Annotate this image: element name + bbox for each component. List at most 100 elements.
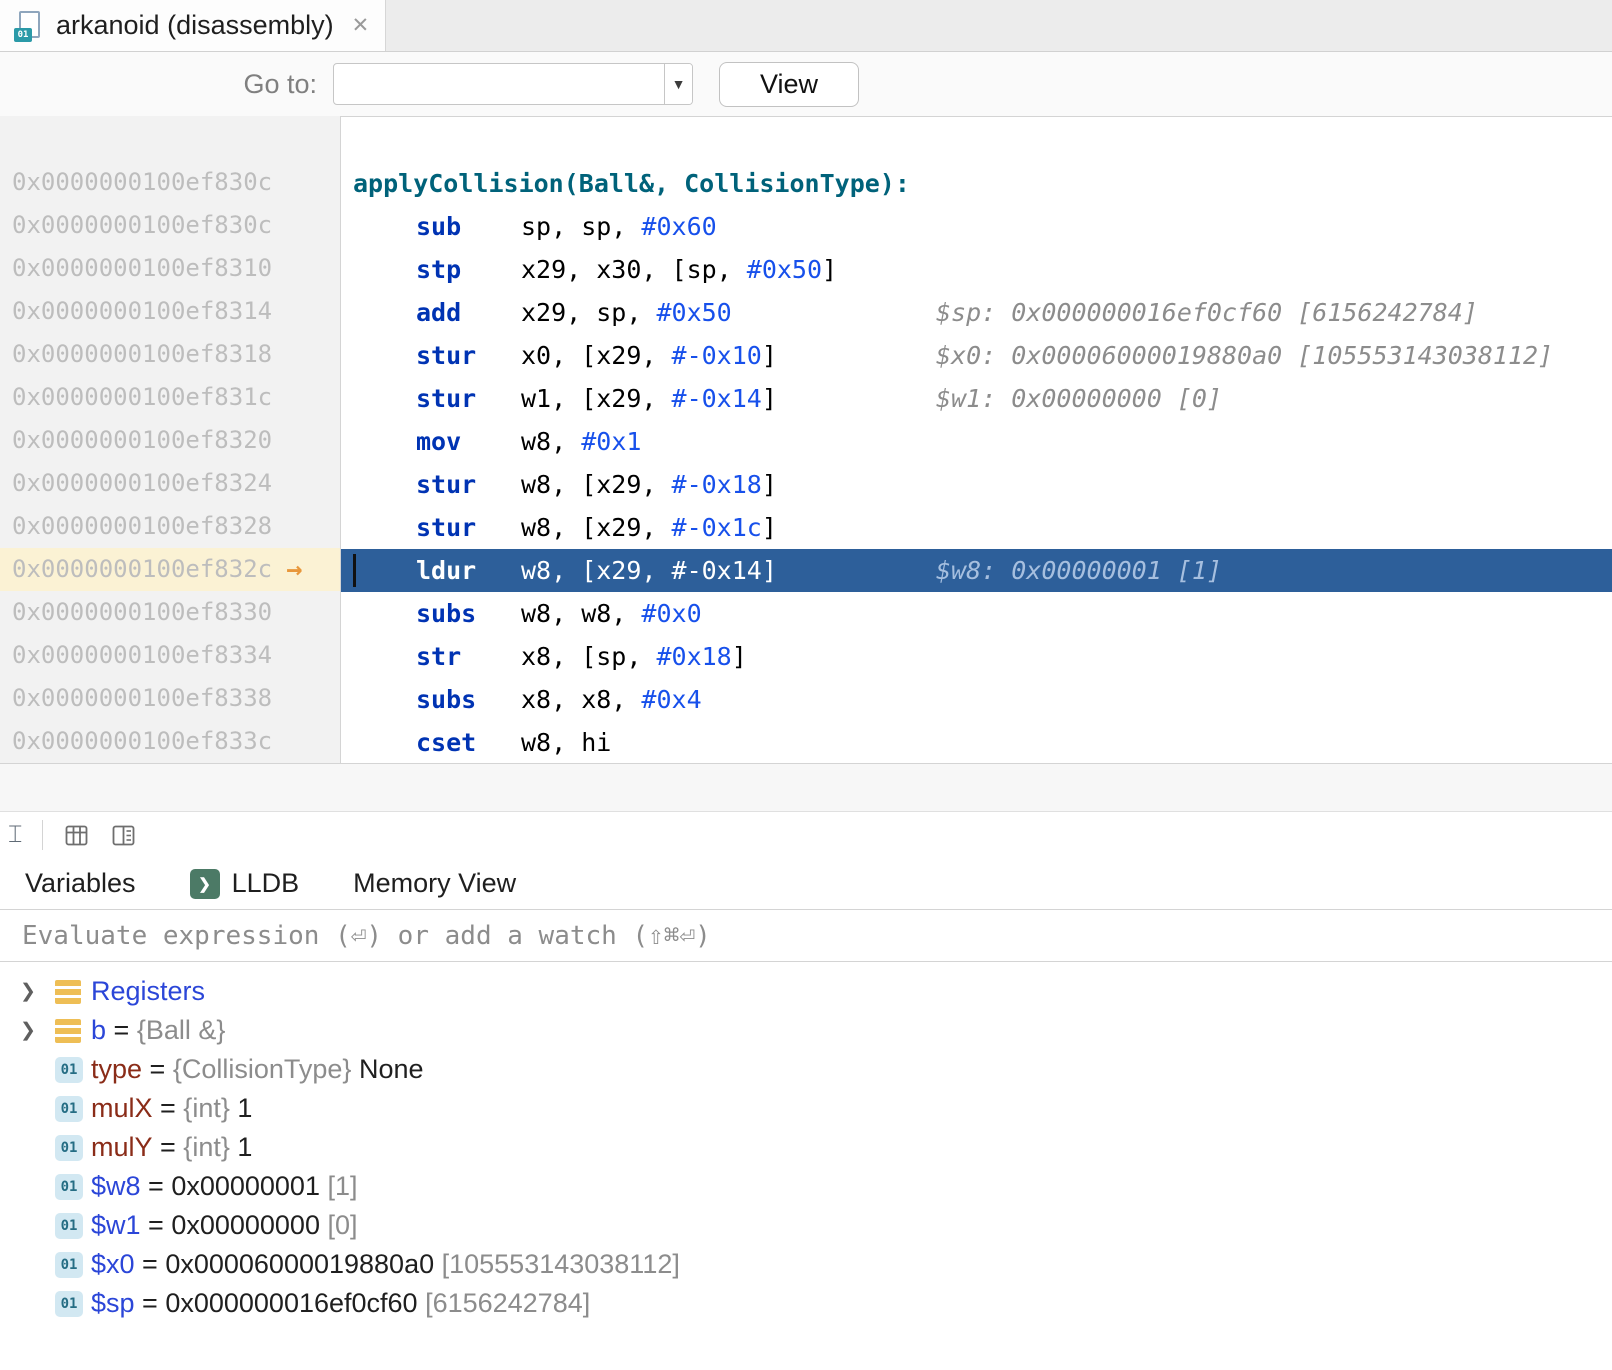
close-icon[interactable]: ✕ (352, 13, 370, 38)
address-gutter-row[interactable]: 0x0000000100ef8330 (0, 591, 340, 634)
instruction-line[interactable]: subsx8, x8, #0x4 (341, 678, 1612, 721)
table-view-icon[interactable] (63, 822, 90, 849)
mnemonic: stur (416, 463, 521, 506)
type-annotation: {Ball &} (137, 1015, 226, 1046)
goto-dropdown-button[interactable]: ▼ (664, 64, 692, 104)
expand-chevron-icon[interactable]: ❯ (0, 1019, 55, 1042)
instruction-line[interactable]: addx29, sp, #0x50$sp: 0x000000016ef0cf60… (341, 291, 1612, 334)
lldb-console-icon: ❯ (190, 869, 220, 899)
type-annotation: {int} (183, 1093, 230, 1124)
debugger-tab-memory-view[interactable]: Memory View (353, 858, 516, 909)
mnemonic: stp (416, 248, 521, 291)
address-gutter-row[interactable]: 0x0000000100ef831c (0, 376, 340, 419)
panel-splitter[interactable] (0, 763, 1612, 811)
variable-name: $w8 (91, 1171, 141, 1202)
debugger-tab-variables[interactable]: Variables (25, 858, 136, 909)
function-label-line[interactable]: applyCollision(Ball&, CollisionType): (341, 162, 1612, 205)
address-gutter-row[interactable]: 0x0000000100ef8314 (0, 290, 340, 333)
mnemonic: add (416, 291, 521, 334)
mnemonic: mov (416, 420, 521, 463)
operands: w8, #0x1 (521, 420, 936, 463)
mnemonic: ldur (416, 549, 521, 592)
equals-sign: = (153, 1093, 184, 1124)
instruction-line[interactable]: subsp, sp, #0x60 (341, 205, 1612, 248)
instruction-line[interactable]: ldurw8, [x29, #-0x14]$w8: 0x00000001 [1] (341, 549, 1612, 592)
mnemonic: cset (416, 721, 521, 763)
function-signature: applyCollision(Ball&, CollisionType): (353, 169, 910, 198)
instruction-line[interactable]: movw8, #0x1 (341, 420, 1612, 463)
equals-sign: = (142, 1054, 173, 1085)
variable-value: 0x00000000 (171, 1210, 320, 1241)
instruction-address: 0x0000000100ef8318 (12, 333, 272, 376)
goto-combobox: ▼ (333, 63, 693, 105)
editor-tabbar: 01 arkanoid (disassembly) ✕ (0, 0, 1612, 52)
address-gutter-row[interactable]: 0x0000000100ef830c (0, 204, 340, 247)
instruction-address: 0x0000000100ef8310 (12, 247, 272, 290)
address-gutter-row[interactable]: 0x0000000100ef8310 (0, 247, 340, 290)
instruction-address: 0x0000000100ef831c (12, 376, 272, 419)
instruction-address: 0x0000000100ef8320 (12, 419, 272, 462)
variable-row-muly[interactable]: 01mulY = {int} 1 (0, 1128, 1612, 1167)
instruction-line[interactable]: sturw8, [x29, #-0x18] (341, 463, 1612, 506)
variable-row-b[interactable]: ❯b = {Ball &} (0, 1011, 1612, 1050)
view-button[interactable]: View (719, 62, 859, 107)
address-gutter-row[interactable]: 0x0000000100ef830c (0, 161, 340, 204)
instruction-line[interactable]: sturw8, [x29, #-0x1c] (341, 506, 1612, 549)
code-area: applyCollision(Ball&, CollisionType): sub… (341, 116, 1612, 763)
tab-title: arkanoid (disassembly) (56, 10, 334, 41)
instruction-line[interactable]: csetw8, hi (341, 721, 1612, 763)
evaluate-expression-input[interactable]: Evaluate expression (⏎) or add a watch (… (0, 910, 1612, 962)
variable-row-sp[interactable]: 01$sp = 0x000000016ef0cf60 [6156242784] (0, 1284, 1612, 1323)
immediate-value: #0x4 (641, 685, 701, 714)
numeric-value-icon: 01 (55, 1213, 83, 1239)
expand-chevron-icon[interactable]: ❯ (0, 980, 55, 1003)
operands: w8, [x29, #-0x14] (521, 549, 936, 592)
instruction-address: 0x0000000100ef830c (12, 204, 272, 247)
variable-row-w8[interactable]: 01$w8 = 0x00000001 [1] (0, 1167, 1612, 1206)
tab-arkanoid-disassembly[interactable]: 01 arkanoid (disassembly) ✕ (0, 0, 386, 51)
instruction-address: 0x0000000100ef833c (12, 720, 272, 763)
variable-name: $sp (91, 1288, 135, 1319)
column-layout-icon[interactable] (110, 822, 137, 849)
immediate-value: #0x50 (656, 298, 731, 327)
instruction-line[interactable]: stpx29, x30, [sp, #0x50] (341, 248, 1612, 291)
equals-sign: = (153, 1132, 184, 1163)
operands: x29, sp, #0x50 (521, 291, 936, 334)
variable-name: b (91, 1015, 106, 1046)
instruction-line[interactable]: strx8, [sp, #0x18] (341, 635, 1612, 678)
immediate-value: #0x1 (581, 427, 641, 456)
address-gutter-row[interactable]: 0x0000000100ef8334 (0, 634, 340, 677)
immediate-value: #0x60 (641, 212, 716, 241)
instruction-line[interactable]: sturw1, [x29, #-0x14]$w1: 0x00000000 [0] (341, 377, 1612, 420)
debugger-tab-label: LLDB (232, 868, 300, 899)
debugger-tabbar: Variables ❯ LLDB Memory View (0, 858, 1612, 910)
variable-row-x0[interactable]: 01$x0 = 0x00006000019880a0 [105553143038… (0, 1245, 1612, 1284)
address-gutter-row[interactable]: 0x0000000100ef8324 (0, 462, 340, 505)
decimal-value: [6156242784] (418, 1288, 591, 1319)
variable-row-mulx[interactable]: 01mulX = {int} 1 (0, 1089, 1612, 1128)
ibeam-cursor-icon[interactable]: ⌶ (8, 821, 22, 849)
debugger-tab-lldb[interactable]: ❯ LLDB (190, 858, 300, 909)
address-gutter-row[interactable]: 0x0000000100ef833c (0, 720, 340, 763)
disassembly-editor: 0x0000000100ef830c0x0000000100ef830c0x00… (0, 116, 1612, 763)
numeric-value-icon: 01 (55, 1252, 83, 1278)
goto-input[interactable] (334, 64, 664, 104)
numeric-value-icon: 01 (55, 1174, 83, 1200)
address-gutter-row[interactable]: 0x0000000100ef8338 (0, 677, 340, 720)
goto-toolbar: Go to: ▼ View (0, 52, 1612, 116)
address-gutter-row[interactable]: 0x0000000100ef8320 (0, 419, 340, 462)
equals-sign: = (141, 1171, 172, 1202)
address-gutter-row[interactable]: 0x0000000100ef832c→ (0, 548, 340, 591)
immediate-value: #-0x10 (672, 341, 762, 370)
variable-row-w1[interactable]: 01$w1 = 0x00000000 [0] (0, 1206, 1612, 1245)
disassembly-file-icon: 01 (14, 9, 44, 43)
instruction-line[interactable]: subsw8, w8, #0x0 (341, 592, 1612, 635)
register-value-comment: $sp: 0x000000016ef0cf60 [6156242784] (936, 298, 1478, 327)
variable-row-type[interactable]: 01type = {CollisionType} None (0, 1050, 1612, 1089)
mnemonic: stur (416, 377, 521, 420)
instruction-line[interactable]: sturx0, [x29, #-0x10]$x0: 0x000060000198… (341, 334, 1612, 377)
goto-label: Go to: (0, 69, 333, 100)
variable-row-registers[interactable]: ❯Registers (0, 972, 1612, 1011)
address-gutter-row[interactable]: 0x0000000100ef8318 (0, 333, 340, 376)
address-gutter-row[interactable]: 0x0000000100ef8328 (0, 505, 340, 548)
